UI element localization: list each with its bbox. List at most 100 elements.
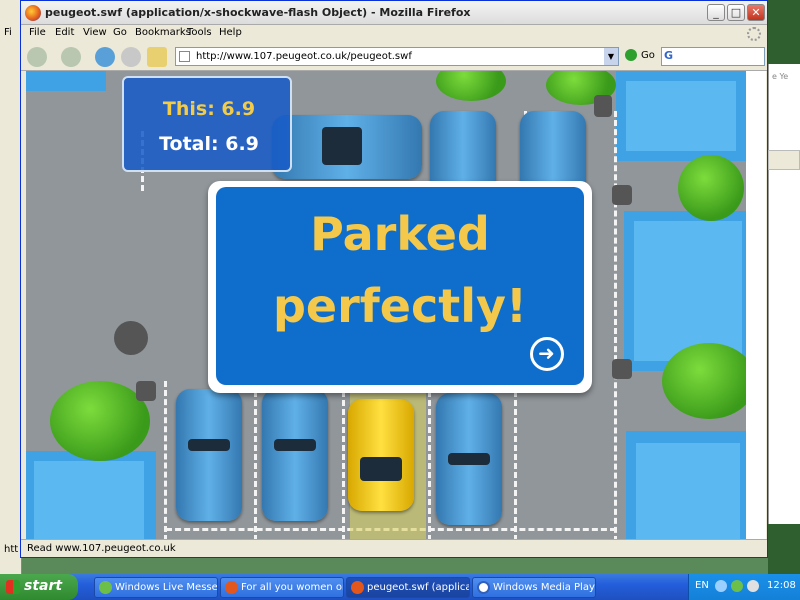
- taskbar-button-media-player[interactable]: Windows Media Player: [472, 577, 596, 598]
- message-line-1: Parked: [310, 207, 490, 261]
- clock: 12:08: [767, 580, 796, 591]
- sign-panel: Parked perfectly!: [216, 187, 584, 385]
- taskbar-button-label: For all you women or ...: [241, 582, 343, 593]
- parked-car: [176, 389, 242, 521]
- menu-edit[interactable]: Edit: [55, 27, 74, 38]
- bush-left: [50, 381, 150, 461]
- menu-view[interactable]: View: [83, 27, 107, 38]
- taskbar-button-firefox-1[interactable]: For all you women or ...: [220, 577, 344, 598]
- language-indicator[interactable]: EN: [695, 580, 709, 591]
- flash-content[interactable]: This: 6.9 Total: 6.9 Parked perfectly!: [26, 71, 746, 541]
- bush-right-lower: [662, 343, 746, 419]
- menu-tools[interactable]: Tools: [187, 27, 212, 38]
- player-car: [348, 399, 414, 511]
- tray-icon[interactable]: [715, 580, 727, 592]
- bollard: [612, 185, 632, 205]
- roof-top-right: [626, 81, 736, 151]
- firefox-icon: [351, 581, 364, 594]
- car-window: [448, 453, 490, 465]
- background-window-left: Fi htt: [0, 0, 22, 574]
- right-gutter: [746, 71, 766, 541]
- taskbar-button-label: Windows Media Player: [493, 582, 596, 593]
- parking-line: [428, 391, 431, 541]
- score-total-value: 6.9: [225, 133, 259, 155]
- roof-bottom-left: [34, 461, 144, 541]
- volume-icon[interactable]: [747, 580, 759, 592]
- stop-icon[interactable]: [121, 47, 141, 67]
- parking-line: [164, 381, 167, 541]
- firefox-icon: [225, 581, 238, 594]
- menu-go[interactable]: Go: [113, 27, 127, 38]
- score-total: Total: 6.9: [124, 133, 294, 155]
- background-scroll-fragment: [768, 150, 800, 170]
- go-label: Go: [641, 50, 655, 61]
- taskbar-button-messenger[interactable]: Windows Live Messen...: [94, 577, 218, 598]
- navigation-toolbar: http://www.107.peugeot.co.uk/peugeot.swf…: [21, 43, 767, 71]
- firefox-window: peugeot.swf (application/x-shockwave-fla…: [20, 0, 768, 558]
- menu-bookmarks[interactable]: Bookmarks: [135, 27, 191, 38]
- taskbar-button-label: peugeot.swf (applica...: [367, 582, 470, 593]
- close-button[interactable]: ✕: [747, 4, 765, 21]
- car-window: [322, 127, 362, 165]
- bollard: [612, 359, 632, 379]
- back-arrow-icon[interactable]: [27, 47, 47, 67]
- page-icon: [179, 51, 190, 62]
- bush-right: [678, 155, 744, 221]
- firefox-icon: [25, 5, 41, 21]
- parking-line: [342, 391, 345, 541]
- minimize-button[interactable]: _: [707, 4, 725, 21]
- reload-icon[interactable]: [95, 47, 115, 67]
- maximize-button[interactable]: □: [727, 4, 745, 21]
- menu-file[interactable]: File: [29, 27, 46, 38]
- parking-line: [514, 391, 517, 541]
- score-panel: This: 6.9 Total: 6.9: [122, 76, 292, 172]
- home-icon[interactable]: [147, 47, 167, 67]
- throbber-icon: [747, 27, 761, 41]
- roof-right: [634, 221, 742, 361]
- media-player-icon: [477, 581, 490, 594]
- score-this: This: 6.9: [162, 98, 256, 120]
- start-label: start: [24, 578, 63, 594]
- title-bar[interactable]: peugeot.swf (application/x-shockwave-fla…: [21, 1, 767, 25]
- search-box[interactable]: G: [661, 47, 765, 66]
- next-arrow-icon[interactable]: [530, 337, 564, 371]
- building-top-left: [26, 71, 106, 91]
- roof-bottom-right: [636, 443, 740, 541]
- car-window: [274, 439, 316, 451]
- menu-help[interactable]: Help: [219, 27, 242, 38]
- go-button[interactable]: Go: [625, 49, 655, 61]
- taskbar: start Windows Live Messen... For all you…: [0, 574, 800, 600]
- car-window: [360, 457, 402, 481]
- background-right-fragment: e Ye: [772, 72, 789, 81]
- go-arrow-icon: [625, 49, 637, 61]
- parked-message-sign: Parked perfectly!: [208, 181, 592, 393]
- parked-car: [272, 115, 422, 179]
- messenger-icon: [99, 581, 112, 594]
- address-bar[interactable]: http://www.107.peugeot.co.uk/peugeot.swf…: [175, 47, 619, 66]
- background-menu-fragment: Fi: [4, 27, 12, 38]
- start-button[interactable]: start: [0, 574, 78, 600]
- taskbar-button-label: Windows Live Messen...: [115, 582, 218, 593]
- menu-bar: File Edit View Go Bookmarks Tools Help: [21, 25, 767, 43]
- windows-flag-icon: [6, 580, 20, 594]
- window-title: peugeot.swf (application/x-shockwave-fla…: [45, 6, 471, 19]
- car-window: [188, 439, 230, 451]
- parking-line: [254, 391, 257, 541]
- bollard: [594, 95, 612, 117]
- background-pane: [768, 64, 800, 524]
- google-search-icon: G: [664, 49, 674, 62]
- system-tray: EN 12:08: [688, 574, 800, 600]
- parking-line: [614, 111, 617, 541]
- forward-arrow-icon[interactable]: [61, 47, 81, 67]
- message-line-2: perfectly!: [272, 279, 527, 333]
- barrier-post: [114, 321, 148, 355]
- score-total-label: Total:: [159, 133, 219, 155]
- parked-car: [262, 389, 328, 521]
- address-dropdown-icon[interactable]: ▼: [604, 48, 618, 65]
- address-url: http://www.107.peugeot.co.uk/peugeot.swf: [196, 51, 412, 62]
- bollard: [136, 381, 156, 401]
- background-status-fragment: htt: [4, 544, 19, 555]
- parked-car: [436, 393, 502, 525]
- taskbar-button-firefox-2[interactable]: peugeot.swf (applica...: [346, 577, 470, 598]
- tray-icon[interactable]: [731, 580, 743, 592]
